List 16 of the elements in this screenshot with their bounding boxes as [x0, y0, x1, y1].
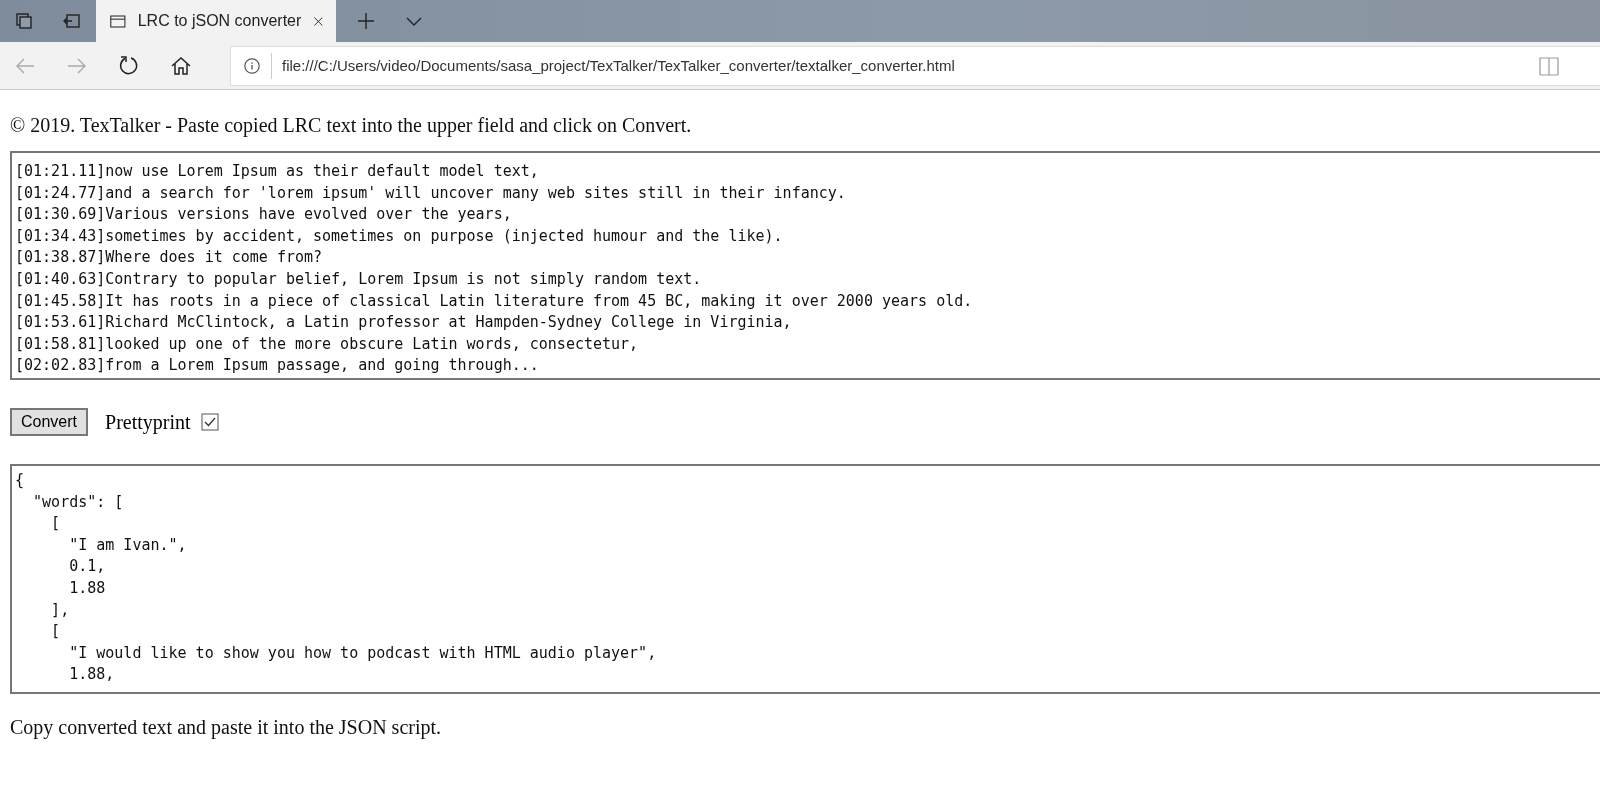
prettyprint-label: Prettyprint: [105, 410, 191, 434]
new-tab-icon[interactable]: [356, 11, 376, 31]
address-text: file:///C:/Users/video/Documents/sasa_project/TexTalker/TexTalker_converter/textalker_converter.html: [282, 57, 956, 74]
browser-tab[interactable]: LRC to jSON converter: [96, 0, 336, 42]
lrc-input-field[interactable]: [01:21.11]now use Lorem Ipsum as their default model text, [01:24.77]and a search for 'lorem ipsum' will uncover many web sites still in their infancy. [01:30.69]Various versions have evolved over the years, [01:34.43]sometimes by accident, sometimes on purpose (injected humour and the like). [01:38.87]Where does it come from? [01:40.63]Contrary to popular belief, Lorem Ipsum is not simply random text. [01:45.58]It has roots in a piece of classical Latin literature from 45 BC, making it over 2000 years old. [01:53.61]Richard McClintock, a Latin professor at Hampden-Sydney College in Virginia, [01:58.81]looked up one of the more obscure Latin words, consectetur, [02:02.83]from a Lorem Ipsum passage, and going through...: [10, 151, 1600, 380]
prettyprint-checkbox[interactable]: [200, 413, 219, 431]
page-icon: [110, 12, 126, 30]
tab-title: LRC to jSON converter: [137, 12, 302, 30]
convert-button[interactable]: Convert: [10, 408, 89, 436]
set-aside-tabs-icon[interactable]: [62, 11, 82, 31]
address-bar[interactable]: file:///C:/Users/video/Documents/sasa_project/TexTalker/TexTalker_converter/textalker_converter.html: [230, 45, 1600, 86]
json-output-field[interactable]: { "words": [ [ "I am Ivan.", 0.1, 1.88 ], [ "I would like to show you how to podcast with HTML audio player", 1.88,: [10, 464, 1600, 694]
info-icon[interactable]: [243, 56, 261, 75]
footer-text: Copy converted text and paste it into the JSON script.: [10, 716, 443, 739]
tabs-icon[interactable]: [14, 11, 34, 31]
instruction-text: © 2019. TexTalker - Paste copied LRC text into the upper field and click on Convert.: [10, 114, 693, 137]
